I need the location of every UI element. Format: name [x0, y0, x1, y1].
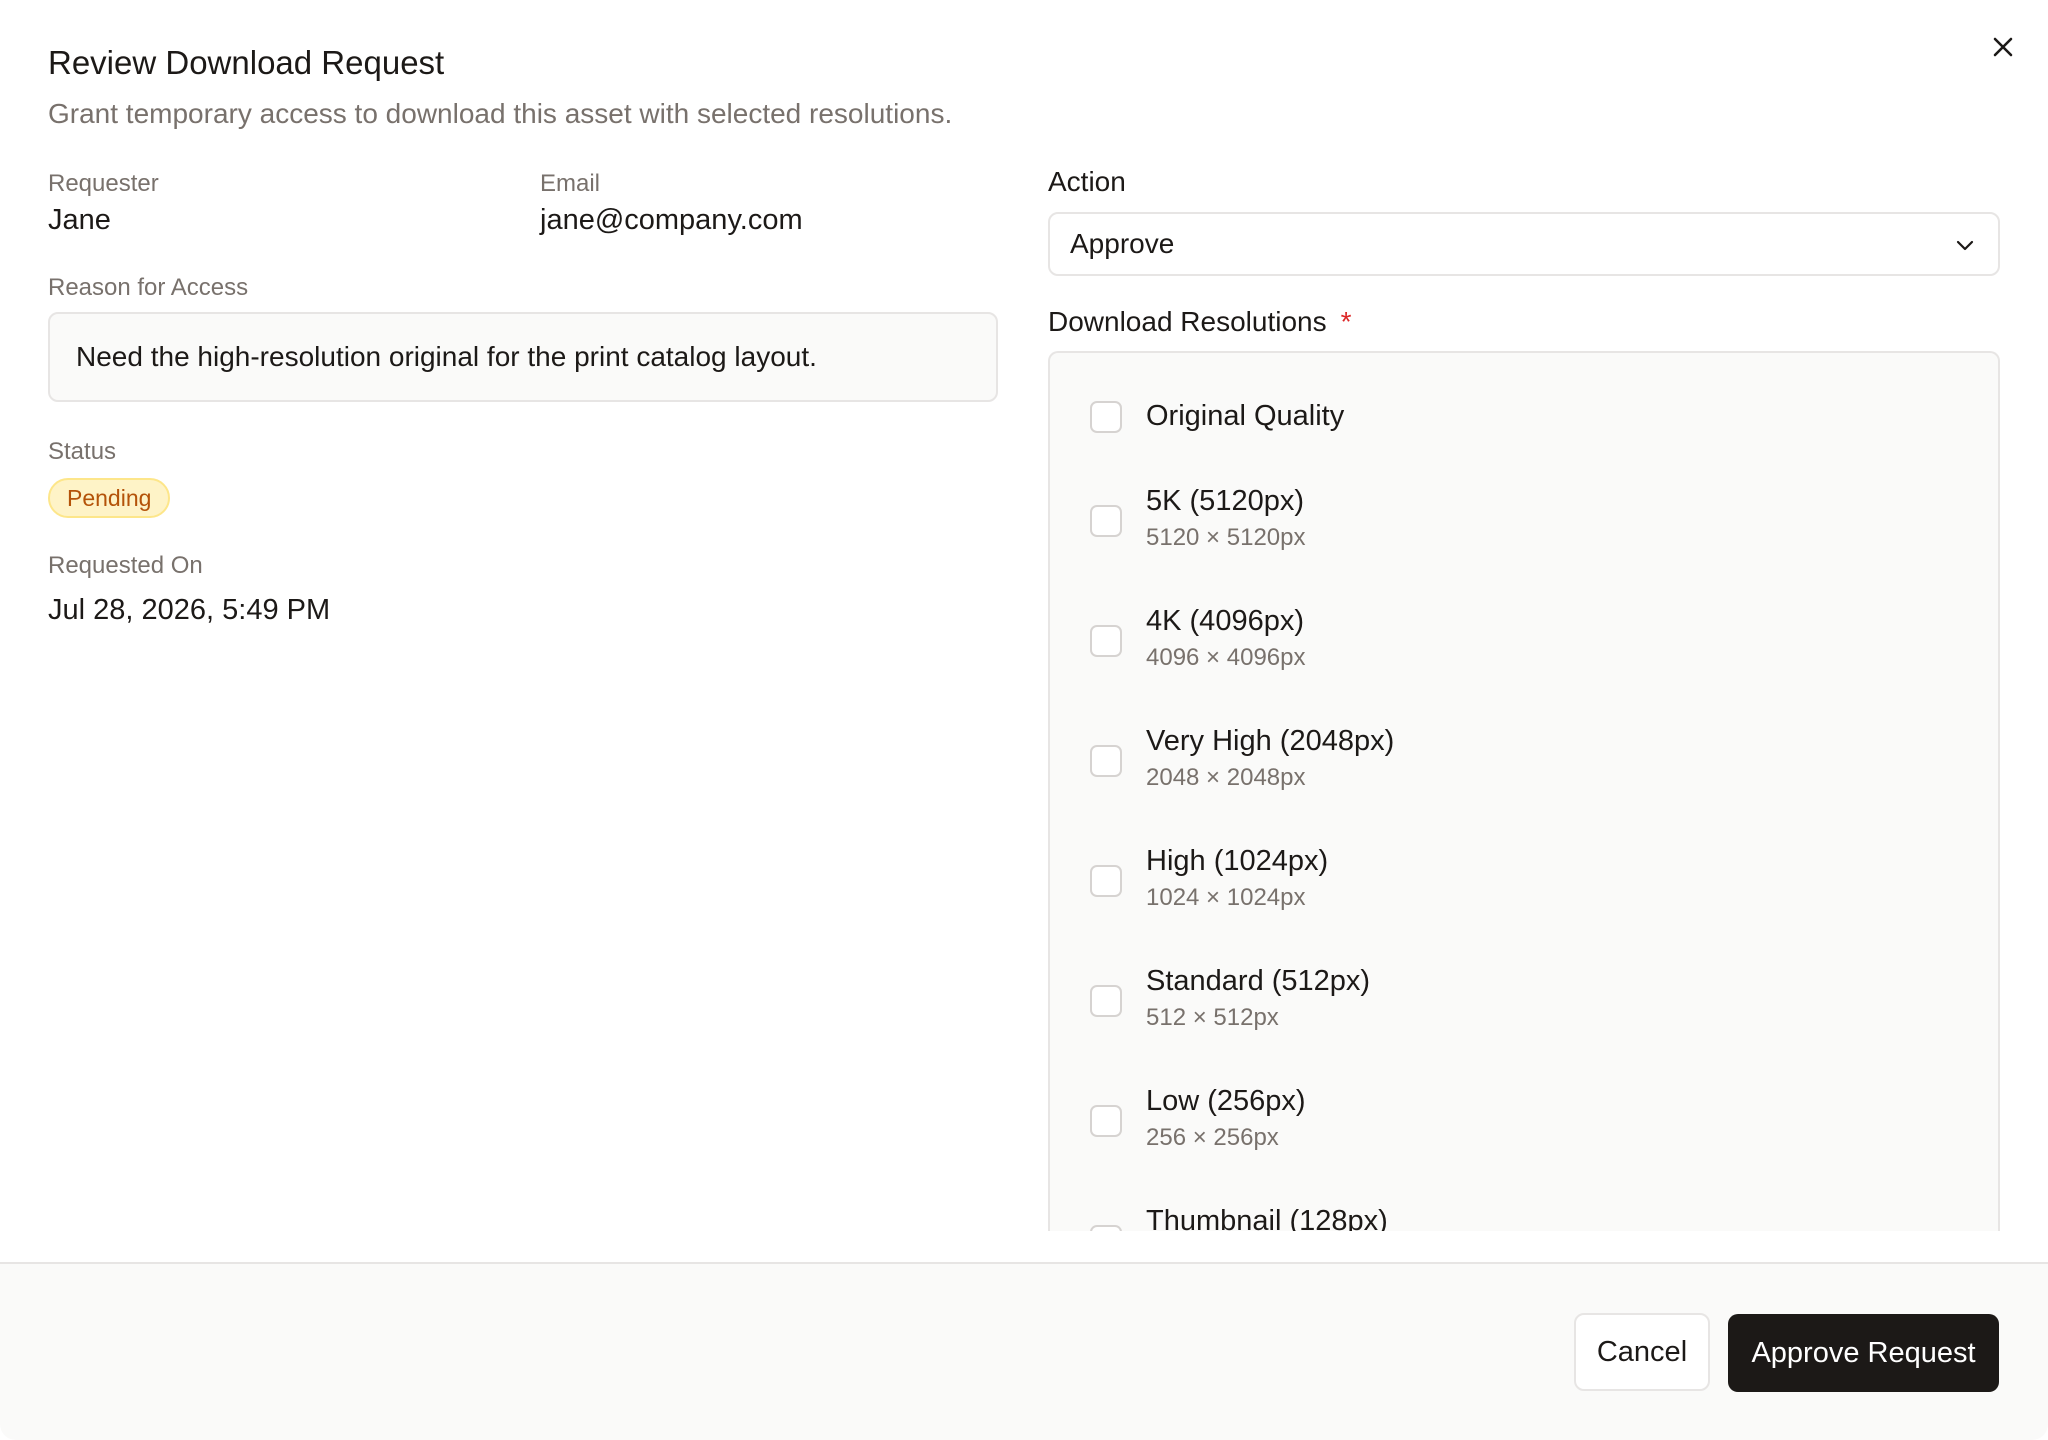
email-value: jane@company.com [540, 204, 803, 236]
reason-label: Reason for Access [48, 274, 249, 301]
close-button[interactable] [1982, 26, 2024, 68]
action-selected-value: Approve [1070, 228, 1175, 259]
resolution-name: Standard (512px) [1146, 965, 1371, 997]
action-select[interactable]: Approve [1048, 212, 2000, 276]
dialog-title: Review Download Request [48, 44, 445, 81]
approve-request-button[interactable]: Approve Request [1728, 1314, 1999, 1392]
checkbox[interactable] [1090, 1225, 1122, 1231]
checkbox[interactable] [1090, 505, 1122, 537]
requester-label: Requester [48, 170, 159, 197]
reason-field: Need the high-resolution original for th… [48, 312, 998, 402]
resolution-name: Low (256px) [1146, 1085, 1306, 1117]
resolution-option-5k[interactable]: 5K (5120px) 5120 × 5120px [1090, 485, 1950, 575]
required-marker: * [1340, 306, 1352, 337]
checkbox[interactable] [1090, 625, 1122, 657]
action-label: Action [1048, 166, 1126, 197]
resolution-dimensions: 256 × 256px [1146, 1124, 1279, 1151]
close-icon [1993, 37, 2013, 57]
resolution-name: 5K (5120px) [1146, 485, 1304, 517]
cancel-button[interactable]: Cancel [1574, 1313, 1710, 1391]
requested-on-value: Jul 28, 2026, 5:49 PM [48, 594, 331, 626]
requester-value: Jane [48, 204, 111, 236]
resolution-option-standard[interactable]: Standard (512px) 512 × 512px [1090, 965, 1950, 1055]
resolution-dimensions: 5120 × 5120px [1146, 524, 1306, 551]
checkbox[interactable] [1090, 401, 1122, 433]
resolution-dimensions: 512 × 512px [1146, 1004, 1279, 1031]
reason-text: Need the high-resolution original for th… [76, 341, 817, 372]
resolutions-label-text: Download Resolutions [1048, 306, 1327, 337]
checkbox[interactable] [1090, 865, 1122, 897]
resolution-option-4k[interactable]: 4K (4096px) 4096 × 4096px [1090, 605, 1950, 695]
checkbox[interactable] [1090, 745, 1122, 777]
chevron-down-icon [1956, 240, 1974, 251]
resolution-name: Thumbnail (128px) [1146, 1205, 1388, 1231]
resolution-option-very-high[interactable]: Very High (2048px) 2048 × 2048px [1090, 725, 1950, 815]
dialog-subtitle: Grant temporary access to download this … [48, 98, 953, 129]
checkbox[interactable] [1090, 1105, 1122, 1137]
resolution-name: Very High (2048px) [1146, 725, 1395, 757]
checkbox[interactable] [1090, 985, 1122, 1017]
resolution-option-original[interactable]: Original Quality [1090, 398, 1950, 488]
resolution-option-thumbnail[interactable]: Thumbnail (128px) [1090, 1205, 1950, 1231]
email-label: Email [540, 170, 601, 197]
resolution-name: High (1024px) [1146, 845, 1329, 877]
status-badge: Pending [48, 478, 171, 518]
resolution-dimensions: 4096 × 4096px [1146, 644, 1306, 671]
status-label: Status [48, 438, 117, 465]
resolution-name: Original Quality [1146, 400, 1345, 432]
resolutions-list[interactable]: Original Quality 5K (5120px) 5120 × 5120… [1048, 351, 2000, 1231]
resolution-dimensions: 2048 × 2048px [1146, 764, 1306, 791]
resolutions-label: Download Resolutions * [1048, 306, 1352, 338]
review-download-dialog: Review Download Request Grant temporary … [0, 0, 2048, 1440]
resolution-dimensions: 1024 × 1024px [1146, 884, 1306, 911]
resolution-option-low[interactable]: Low (256px) 256 × 256px [1090, 1085, 1950, 1175]
requested-on-label: Requested On [48, 552, 203, 579]
resolution-name: 4K (4096px) [1146, 605, 1304, 637]
resolution-option-high[interactable]: High (1024px) 1024 × 1024px [1090, 845, 1950, 935]
